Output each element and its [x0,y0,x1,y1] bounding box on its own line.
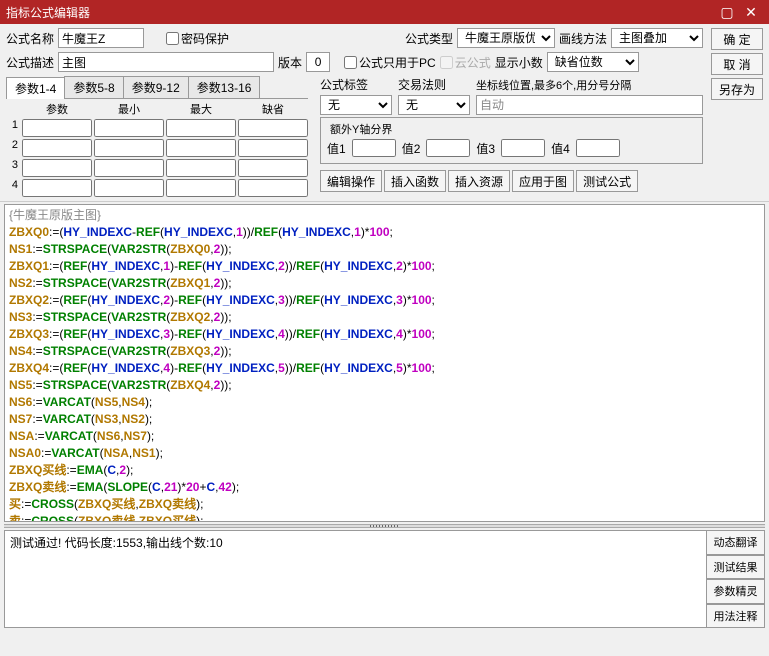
drawmethod-select[interactable]: 主图叠加 [611,28,703,48]
tab-params-1-4[interactable]: 参数1-4 [6,77,65,99]
top-panel: 公式名称 密码保护 公式类型 牛魔王原版优化 画线方法 主图叠加 公式描述 版本… [0,24,769,202]
param-input[interactable] [22,179,92,197]
param-input[interactable] [166,179,236,197]
param-tabs: 参数1-4 参数5-8 参数9-12 参数13-16 [6,76,308,99]
param-input[interactable] [22,139,92,157]
cloud-label: 云公式 [455,54,491,71]
usage-button[interactable]: 用法注释 [707,604,765,629]
cloud-checkbox [440,56,453,69]
saveas-button[interactable]: 另存为 [711,78,763,100]
v4-input[interactable] [576,139,620,157]
tab-params-5-8[interactable]: 参数5-8 [64,76,123,98]
param-input[interactable] [94,119,164,137]
v3-label: 值3 [476,140,495,157]
tab-params-13-16[interactable]: 参数13-16 [188,76,261,98]
close-icon[interactable]: ✕ [739,4,763,21]
type-label: 公式类型 [405,30,453,47]
param-input[interactable] [22,159,92,177]
desc-input[interactable] [58,52,274,72]
version-input[interactable] [306,52,330,72]
cancel-button[interactable]: 取 消 [711,53,763,75]
param-input[interactable] [238,179,308,197]
param-input[interactable] [94,159,164,177]
param-input[interactable] [166,119,236,137]
insres-button[interactable]: 插入资源 [448,170,510,192]
param-input[interactable] [166,139,236,157]
name-input[interactable] [58,28,144,48]
param-input[interactable] [22,119,92,137]
v2-label: 值2 [402,140,421,157]
status-area: 测试通过! 代码长度:1553,输出线个数:10 [4,530,707,628]
param-hd-max: 最大 [166,101,236,117]
coord-input[interactable] [476,95,703,115]
pwd-label: 密码保护 [181,30,229,47]
drawmethod-label: 画线方法 [559,30,607,47]
window-title: 指标公式编辑器 [6,4,715,21]
name-label: 公式名称 [6,30,54,47]
titlebar: 指标公式编辑器 ▢ ✕ [0,0,769,24]
param-input[interactable] [238,139,308,157]
splitter[interactable] [4,524,765,528]
v1-input[interactable] [352,139,396,157]
insfunc-button[interactable]: 插入函数 [384,170,446,192]
pwd-checkbox[interactable] [166,32,179,45]
pconly-checkbox[interactable] [344,56,357,69]
dyntrans-button[interactable]: 动态翻译 [707,530,765,555]
minimize-icon[interactable]: ▢ [715,4,739,21]
tag-select[interactable]: 无 [320,95,392,115]
editop-button[interactable]: 编辑操作 [320,170,382,192]
extra-y-fieldset: 额外Y轴分界 值1 值2 值3 值4 [320,117,703,164]
v4-label: 值4 [551,140,570,157]
coord-hint: 坐标线位置,最多6个,用分号分隔 [476,77,703,93]
ok-button[interactable]: 确 定 [711,28,763,50]
pconly-label: 公式只用于PC [359,54,436,71]
param-hd-min: 最小 [94,101,164,117]
status-msg: 测试通过! 代码长度:1553,输出线个数:10 [10,536,223,550]
extray-label: 额外Y轴分界 [327,121,395,137]
apply-button[interactable]: 应用于图 [512,170,574,192]
param-input[interactable] [166,159,236,177]
param-input[interactable] [238,159,308,177]
desc-label: 公式描述 [6,54,54,71]
param-input[interactable] [238,119,308,137]
type-select[interactable]: 牛魔王原版优化 [457,28,555,48]
defpos-select[interactable]: 缺省位数 [547,52,639,72]
param-input[interactable] [94,139,164,157]
param-hd-name: 参数 [22,101,92,117]
code-editor[interactable]: {牛魔王原版主图} ZBXQ0:=(HY_INDEXC-REF(HY_INDEX… [4,204,765,522]
tradelaw-label: 交易法则 [398,76,470,93]
v1-label: 值1 [327,140,346,157]
version-label: 版本 [278,54,302,71]
v3-input[interactable] [501,139,545,157]
param-hd-def: 缺省 [238,101,308,117]
showdec-label: 显示小数 [495,54,543,71]
formulatag-label: 公式标签 [320,76,392,93]
test-button[interactable]: 测试公式 [576,170,638,192]
v2-input[interactable] [426,139,470,157]
param-input[interactable] [94,179,164,197]
paramwiz-button[interactable]: 参数精灵 [707,579,765,604]
tradelaw-select[interactable]: 无 [398,95,470,115]
testres-button[interactable]: 测试结果 [707,555,765,580]
tab-params-9-12[interactable]: 参数9-12 [123,76,189,98]
param-panel: 参数1-4 参数5-8 参数9-12 参数13-16 参数最小最大缺省 1 2 … [6,76,308,197]
